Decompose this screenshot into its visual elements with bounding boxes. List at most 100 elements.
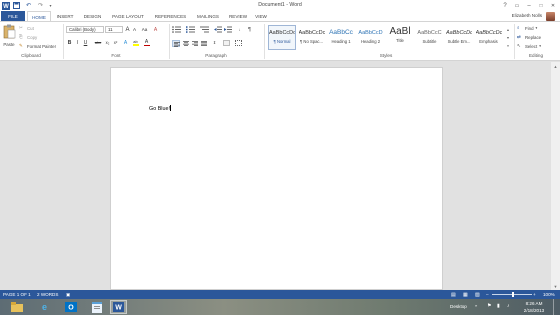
copy-label: Copy bbox=[27, 34, 38, 40]
page-count[interactable]: PAGE 1 OF 1 bbox=[3, 292, 31, 297]
decrease-indent-button[interactable] bbox=[214, 26, 222, 35]
user-name[interactable]: Elizabeth Nolls bbox=[512, 13, 542, 18]
increase-indent-button[interactable] bbox=[224, 26, 232, 35]
outlook-icon[interactable]: O bbox=[62, 300, 79, 314]
copy-button[interactable]: ⎘ Copy bbox=[19, 34, 37, 40]
tray-overflow-icon[interactable]: » bbox=[475, 303, 477, 308]
avatar[interactable] bbox=[546, 12, 555, 21]
minimize-button[interactable]: – bbox=[523, 0, 535, 11]
volume-icon[interactable]: ♪ bbox=[507, 303, 510, 309]
style-sample: AaBbCcC bbox=[417, 30, 442, 36]
tab-view[interactable]: VIEW bbox=[252, 11, 270, 21]
document-page[interactable]: Go Blue! bbox=[110, 67, 443, 290]
close-button[interactable]: ✕ bbox=[547, 0, 559, 11]
format-painter-button[interactable]: ✎ Format Painter bbox=[19, 43, 56, 49]
maximize-button[interactable]: □ bbox=[535, 0, 547, 11]
bullets-button[interactable] bbox=[172, 26, 182, 35]
line-spacing-icon[interactable]: ⇕ bbox=[211, 39, 218, 46]
align-center-button[interactable] bbox=[183, 41, 189, 48]
replace-icon: ⇄ bbox=[517, 34, 521, 39]
show-desktop-button[interactable] bbox=[553, 299, 560, 315]
style-item[interactable]: AaBbCcD Heading 2 bbox=[357, 25, 385, 50]
more-styles-icon[interactable]: ▾ bbox=[505, 42, 511, 50]
font-color-button[interactable]: A bbox=[143, 38, 150, 47]
ribbon-display-options-button[interactable]: ▭ bbox=[511, 0, 523, 11]
multilevel-list-button[interactable] bbox=[200, 26, 210, 35]
change-case-button[interactable]: Aa bbox=[141, 26, 148, 33]
cut-button[interactable]: ✂ Cut bbox=[19, 25, 34, 31]
bold-button[interactable]: B bbox=[66, 39, 73, 46]
style-item[interactable]: AaBbCcDc ¶ No Spac... bbox=[298, 25, 326, 50]
web-layout-icon[interactable]: ▧ bbox=[475, 292, 480, 298]
internet-explorer-icon[interactable]: e bbox=[36, 300, 53, 314]
style-item[interactable]: AaBbCcC Subtitle bbox=[416, 25, 444, 50]
align-right-button[interactable] bbox=[192, 41, 198, 48]
highlight-button[interactable]: ab bbox=[132, 38, 139, 47]
word-count[interactable]: 2 WORDS bbox=[37, 292, 58, 297]
subscript-button[interactable]: x₂ bbox=[104, 39, 111, 46]
word-icon[interactable]: W bbox=[110, 300, 127, 314]
font-group-label: Font bbox=[111, 53, 121, 58]
tab-review[interactable]: REVIEW bbox=[227, 11, 249, 21]
zoom-level[interactable]: 100% bbox=[543, 292, 555, 297]
document-text[interactable]: Go Blue! bbox=[149, 105, 172, 112]
tab-page-layout[interactable]: PAGE LAYOUT bbox=[108, 11, 148, 21]
font-size-dropdown[interactable]: 11 bbox=[105, 26, 123, 33]
styles-scroll[interactable]: ▲ ▼ ▾ bbox=[505, 26, 511, 50]
style-item[interactable]: AaBbCcDc Emphasis bbox=[475, 25, 503, 50]
shrink-font-button[interactable]: A bbox=[131, 26, 138, 33]
align-left-button[interactable] bbox=[172, 40, 180, 47]
text-effects-button[interactable]: A bbox=[122, 39, 129, 46]
shading-icon[interactable] bbox=[223, 40, 230, 46]
tab-mailings[interactable]: MAILINGS bbox=[193, 11, 223, 21]
tab-design[interactable]: DESIGN bbox=[79, 11, 106, 21]
underline-button[interactable]: U bbox=[82, 39, 89, 46]
italic-button[interactable]: I bbox=[74, 39, 81, 46]
justify-button[interactable] bbox=[201, 41, 207, 48]
flag-icon[interactable]: ⚑ bbox=[487, 303, 491, 309]
document-area: Go Blue! ▲ ▼ bbox=[0, 62, 560, 290]
vertical-scrollbar[interactable]: ▲ ▼ bbox=[551, 62, 560, 290]
superscript-button[interactable]: x² bbox=[112, 39, 119, 46]
style-item[interactable]: AaBl Title bbox=[386, 25, 414, 50]
zoom-in-icon[interactable]: + bbox=[533, 292, 536, 297]
select-button[interactable]: ↖ Select ▾ bbox=[517, 43, 541, 49]
zoom-slider-thumb[interactable] bbox=[512, 292, 514, 297]
network-icon[interactable]: ▮ bbox=[497, 303, 500, 309]
align-right-icon bbox=[192, 41, 198, 46]
help-button[interactable]: ? bbox=[499, 0, 511, 11]
chevron-up-icon[interactable]: ▲ bbox=[505, 26, 511, 34]
proofing-icon[interactable]: ▣ bbox=[66, 292, 70, 298]
style-item[interactable]: AaBbCcDc Subtle Em... bbox=[445, 25, 473, 50]
strikethrough-button[interactable]: abc bbox=[93, 39, 103, 46]
replace-button[interactable]: ⇄ Replace bbox=[517, 34, 541, 40]
tab-file[interactable]: FILE bbox=[1, 11, 25, 21]
tab-references[interactable]: REFERENCES bbox=[152, 11, 189, 21]
zoom-out-icon[interactable]: – bbox=[486, 292, 489, 297]
style-item[interactable]: AaBbCcDc ¶ Normal bbox=[268, 25, 296, 50]
clock-time[interactable]: 8:26 AM bbox=[519, 301, 549, 306]
font-family-dropdown[interactable]: Calibri (Body) bbox=[66, 26, 104, 33]
svg-text:O: O bbox=[68, 305, 74, 312]
sort-icon[interactable]: ↓ bbox=[236, 26, 243, 33]
notepad-icon[interactable] bbox=[88, 300, 105, 314]
document-paragraph[interactable]: Go Blue! bbox=[149, 106, 170, 112]
grow-font-button[interactable]: A bbox=[124, 26, 131, 33]
paste-button[interactable]: Paste bbox=[2, 24, 16, 52]
clear-formatting-button[interactable]: A bbox=[152, 26, 159, 33]
find-button[interactable]: ⌕ Find ▾ bbox=[517, 25, 537, 31]
borders-icon[interactable] bbox=[235, 40, 242, 46]
scroll-down-icon[interactable]: ▼ bbox=[551, 282, 560, 290]
chevron-down-icon[interactable]: ▼ bbox=[505, 34, 511, 42]
scroll-up-icon[interactable]: ▲ bbox=[551, 62, 560, 70]
numbering-button[interactable] bbox=[186, 26, 196, 35]
tab-insert[interactable]: INSERT bbox=[53, 11, 77, 21]
file-explorer-icon[interactable] bbox=[8, 300, 25, 314]
show-formatting-marks-button[interactable]: ¶ bbox=[246, 26, 253, 33]
print-layout-icon[interactable]: ▦ bbox=[463, 292, 468, 298]
style-item[interactable]: AaBbCc Heading 1 bbox=[327, 25, 355, 50]
clock-date[interactable]: 2/18/2013 bbox=[519, 308, 549, 313]
windows-taskbar: e O W Desktop » ⚑ ▮ ♪ 8:26 AM 2/18/2013 bbox=[0, 299, 560, 315]
read-mode-icon[interactable]: ▤ bbox=[451, 292, 456, 298]
desktop-toolbar[interactable]: Desktop bbox=[450, 304, 467, 309]
